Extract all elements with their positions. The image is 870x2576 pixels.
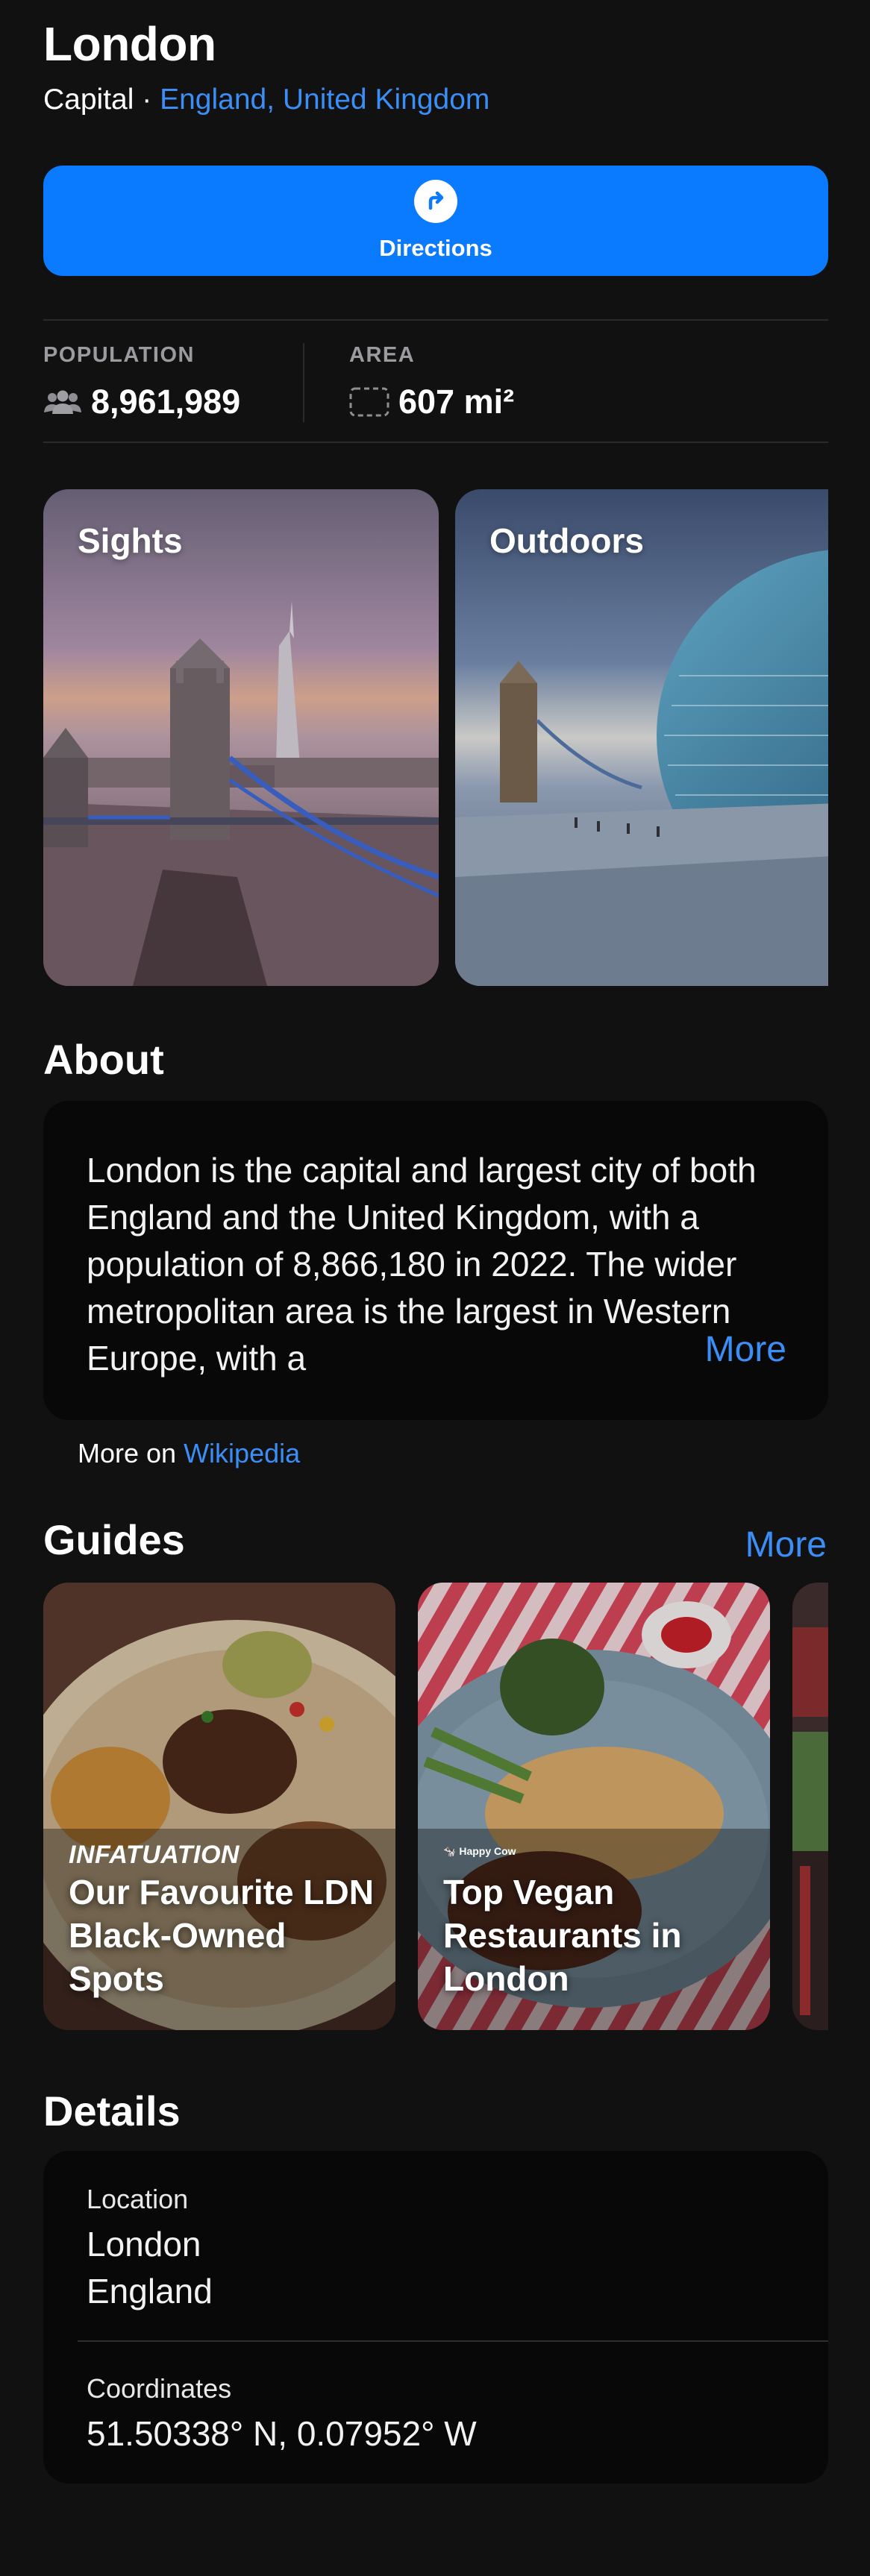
category-card-outdoors[interactable]: Outdoors [455, 489, 828, 986]
place-type: Capital [43, 84, 134, 116]
category-carousel[interactable]: Sights Outdoors [43, 489, 828, 986]
population-label: POPULATION [43, 343, 195, 367]
wikipedia-source: More on Wikipedia [78, 1438, 300, 1469]
population-stat: POPULATION 8,961,989 [43, 343, 240, 421]
guides-carousel[interactable]: INFATUATION Our Favourite LDN Black-Owne… [43, 1583, 828, 2030]
happycow-brand-label: Happy Cow [459, 1845, 516, 1857]
category-label-sights: Sights [78, 521, 183, 560]
stats-divider [303, 343, 304, 422]
place-subtitle: Capital · England, United Kingdom [43, 84, 489, 116]
guide-card[interactable]: INFATUATION Our Favourite LDN Black-Owne… [43, 1583, 395, 2030]
wikipedia-link[interactable]: Wikipedia [184, 1438, 300, 1468]
guide-brand-happycow: 🐄 Happy Cow [443, 1845, 516, 1858]
area-stat: AREA 607 mi² [349, 343, 514, 421]
guide-card[interactable] [792, 1583, 828, 2030]
source-prefix: More on [78, 1438, 184, 1468]
location-label: Location [87, 2184, 189, 2214]
coordinates-value[interactable]: 51.50338° N, 0.07952° W [87, 2410, 477, 2457]
place-title: London [43, 17, 216, 71]
guide-image [792, 1583, 828, 2030]
about-card[interactable]: London is the capital and largest city o… [43, 1101, 828, 1420]
people-icon [43, 389, 82, 415]
category-label-outdoors: Outdoors [489, 521, 644, 560]
guide-title: Our Favourite LDN Black-Owned Spots [69, 1873, 374, 1998]
location-line1: London [87, 2225, 201, 2264]
details-separator [78, 2340, 828, 2342]
divider [43, 442, 828, 443]
location-line2: England [87, 2272, 213, 2310]
about-heading: About [43, 1036, 164, 1083]
area-value: 607 mi² [398, 383, 515, 421]
sights-image [43, 489, 439, 986]
coordinates-label: Coordinates [87, 2373, 232, 2404]
subtitle-separator: · [134, 84, 160, 116]
population-value: 8,961,989 [91, 383, 241, 421]
details-card: Location London England Coordinates 51.5… [43, 2151, 828, 2484]
guides-more-link[interactable]: More [745, 1524, 827, 1565]
directions-label: Directions [379, 235, 492, 261]
directions-button[interactable]: Directions [43, 166, 828, 276]
guides-heading: Guides [43, 1516, 185, 1563]
turn-right-arrow-icon [414, 180, 457, 223]
happycow-icon: 🐄 [443, 1845, 460, 1857]
guide-brand-infatuation: INFATUATION [69, 1841, 240, 1869]
about-more-link[interactable]: More [637, 1329, 786, 1370]
guide-title: Top Vegan Restaurants in London [443, 1873, 682, 1998]
region-link[interactable]: England, United Kingdom [160, 84, 489, 116]
category-card-sights[interactable]: Sights [43, 489, 439, 986]
outdoors-image [455, 489, 828, 986]
area-label: AREA [349, 343, 416, 367]
divider [43, 319, 828, 321]
dashed-square-icon [349, 387, 389, 417]
guide-card[interactable]: 🐄 Happy Cow Top Vegan Restaurants in Lon… [418, 1583, 770, 2030]
details-heading: Details [43, 2087, 181, 2134]
